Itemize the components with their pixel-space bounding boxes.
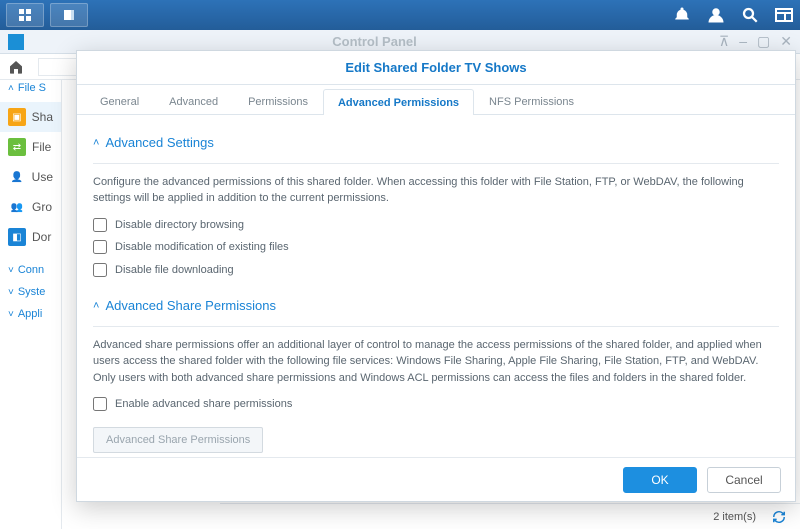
advanced-share-description: Advanced share permissions offer an addi…	[93, 337, 779, 387]
check-disable-directory-browsing[interactable]: Disable directory browsing	[93, 217, 779, 234]
system-taskbar	[0, 0, 800, 30]
user-avatar-icon: 👤	[8, 168, 26, 186]
tab-permissions[interactable]: Permissions	[233, 88, 323, 114]
checkbox[interactable]	[93, 218, 107, 232]
item-count: 2 item(s)	[713, 511, 756, 523]
taskbar-right	[672, 5, 794, 25]
divider	[93, 163, 779, 164]
chevron-down-icon: ˅	[8, 309, 14, 320]
cancel-button[interactable]: Cancel	[707, 467, 781, 493]
check-disable-modification[interactable]: Disable modification of existing files	[93, 239, 779, 256]
window-controls: ⊼ – ▢ ✕	[719, 33, 792, 50]
dialog-footer: OK Cancel	[77, 457, 795, 501]
sidebar-item-shared-folder[interactable]: ▣Sha	[0, 102, 61, 132]
taskbar-left	[6, 3, 88, 27]
maximize-icon[interactable]: ▢	[757, 33, 770, 50]
home-icon[interactable]	[8, 59, 24, 75]
advanced-settings-description: Configure the advanced permissions of th…	[93, 174, 779, 207]
file-services-icon: ⇄	[8, 138, 26, 156]
ok-button[interactable]: OK	[623, 467, 697, 493]
sidebar-section-file[interactable]: ˄File S	[0, 80, 61, 102]
section-advanced-settings-header[interactable]: ˄ Advanced Settings	[93, 133, 779, 153]
sidebar-item-domain[interactable]: ◧Dor	[0, 222, 61, 252]
sidebar-item-user[interactable]: 👤Use	[0, 162, 61, 192]
shared-folder-icon: ▣	[8, 108, 26, 126]
dialog-body: ˄ Advanced Settings Configure the advanc…	[77, 115, 795, 455]
chevron-up-icon: ˄	[93, 298, 99, 315]
chevron-up-icon: ˄	[8, 83, 14, 94]
sidebar: ˄File S ▣Sha ⇄File 👤Use 👥Gro ◧Dor ˅Conn …	[0, 80, 62, 529]
chevron-up-icon: ˄	[93, 135, 99, 152]
domain-icon: ◧	[8, 228, 26, 246]
checkbox[interactable]	[93, 240, 107, 254]
grid-icon	[18, 8, 32, 22]
checkbox[interactable]	[93, 397, 107, 411]
sidebar-section-applications[interactable]: ˅Appli	[0, 306, 61, 328]
dialog-title: Edit Shared Folder TV Shows	[345, 60, 526, 75]
group-avatar-icon: 👥	[8, 198, 26, 216]
taskbar-app-launcher[interactable]	[6, 3, 44, 27]
dialog-header: Edit Shared Folder TV Shows	[77, 51, 795, 85]
section-advanced-share-header[interactable]: ˄ Advanced Share Permissions	[93, 296, 779, 316]
chevron-down-icon: ˅	[8, 287, 14, 298]
notifications-icon[interactable]	[672, 5, 692, 25]
sidebar-section-connectivity[interactable]: ˅Conn	[0, 262, 61, 284]
check-enable-advanced-share[interactable]: Enable advanced share permissions	[93, 396, 779, 413]
user-icon[interactable]	[706, 5, 726, 25]
tab-advanced-permissions[interactable]: Advanced Permissions	[323, 89, 474, 115]
search-icon[interactable]	[740, 5, 760, 25]
tab-advanced[interactable]: Advanced	[154, 88, 233, 114]
advanced-share-permissions-button: Advanced Share Permissions	[93, 427, 263, 453]
minimize-icon[interactable]: –	[739, 33, 747, 50]
tab-nfs-permissions[interactable]: NFS Permissions	[474, 88, 589, 114]
window-title: Control Panel	[30, 34, 719, 49]
edit-shared-folder-dialog: Edit Shared Folder TV Shows General Adva…	[76, 50, 796, 502]
refresh-icon[interactable]	[772, 510, 786, 524]
divider	[93, 326, 779, 327]
widget-icon[interactable]	[774, 5, 794, 25]
check-disable-download[interactable]: Disable file downloading	[93, 262, 779, 279]
sidebar-item-file-services[interactable]: ⇄File	[0, 132, 61, 162]
checkbox[interactable]	[93, 263, 107, 277]
tab-general[interactable]: General	[85, 88, 154, 114]
close-icon[interactable]: ✕	[780, 33, 792, 50]
taskbar-app-shortcut[interactable]	[50, 3, 88, 27]
chevron-down-icon: ˅	[8, 265, 14, 276]
sidebar-item-group[interactable]: 👥Gro	[0, 192, 61, 222]
pin-icon[interactable]: ⊼	[719, 33, 729, 50]
app-icon	[62, 8, 76, 22]
window-app-icon	[8, 34, 24, 50]
sidebar-section-system[interactable]: ˅Syste	[0, 284, 61, 306]
statusbar: 2 item(s)	[220, 503, 800, 529]
dialog-tabs: General Advanced Permissions Advanced Pe…	[77, 85, 795, 115]
